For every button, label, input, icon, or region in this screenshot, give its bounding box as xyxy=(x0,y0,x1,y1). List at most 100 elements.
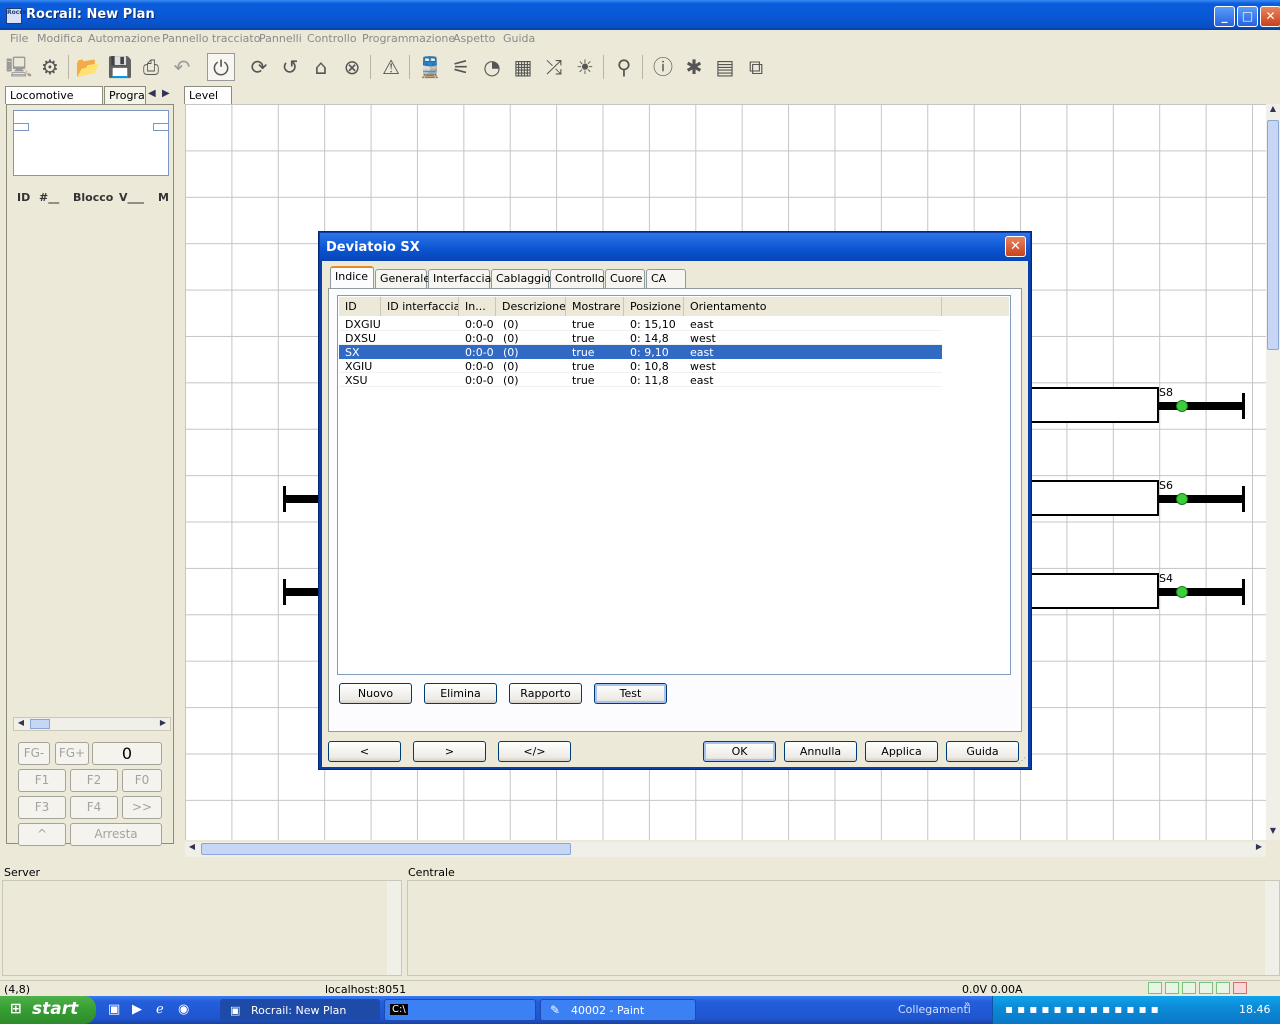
save-icon[interactable]: 💾 xyxy=(106,53,134,81)
tab-controllo[interactable]: Controllo xyxy=(550,269,605,288)
new-button[interactable]: Nuovo xyxy=(339,683,412,704)
tab-level-0[interactable]: Level 0 xyxy=(184,86,232,115)
scroll-down-icon[interactable]: ▼ xyxy=(1266,826,1280,840)
scroll-thumb[interactable] xyxy=(201,843,571,855)
start-button[interactable]: ⊞ start xyxy=(0,996,96,1024)
chrome-icon[interactable]: ◉ xyxy=(178,1002,189,1017)
prev-button[interactable]: < xyxy=(328,741,401,762)
maximize-button[interactable]: □ xyxy=(1237,6,1258,27)
turnout-icon[interactable]: ⚟ xyxy=(447,53,475,81)
home-icon[interactable]: ⌂ xyxy=(307,53,335,81)
col-id[interactable]: ID xyxy=(339,297,381,316)
col-id-interfaccia[interactable]: ID interfaccia xyxy=(381,297,459,316)
dialog-title-bar[interactable]: Deviatoio SX ✕ xyxy=(320,233,1030,261)
plan-vscrollbar[interactable]: ▲ ▼ xyxy=(1266,104,1280,840)
menu-programmazione[interactable]: Programmazione xyxy=(362,32,455,45)
menu-controllo[interactable]: Controllo xyxy=(307,32,357,45)
open-icon[interactable]: 📂 xyxy=(74,53,102,81)
col-descrizione[interactable]: Descrizione xyxy=(496,297,566,316)
scroll-thumb[interactable] xyxy=(1267,120,1279,350)
table-row[interactable]: XSU 0:0-0 (0) true 0: 11,8 east xyxy=(339,373,942,387)
task-paint[interactable]: 40002 - Paint xyxy=(540,999,696,1021)
tab-programmazione[interactable]: Prograr xyxy=(104,86,146,104)
task-rocrail[interactable]: Rocrail: New Plan xyxy=(220,999,380,1021)
xml-button[interactable]: </> xyxy=(498,741,571,762)
f1-button[interactable]: F1 xyxy=(18,769,66,792)
f2-button[interactable]: F2 xyxy=(70,769,118,792)
menu-file[interactable]: File xyxy=(10,32,28,45)
f4-button[interactable]: F4 xyxy=(70,796,118,819)
col-number[interactable]: #__ xyxy=(39,191,59,204)
stop-icon[interactable]: ⊗ xyxy=(338,53,366,81)
minimize-button[interactable]: _ xyxy=(1214,6,1235,27)
scroll-up-icon[interactable]: ▲ xyxy=(1266,104,1280,118)
block[interactable] xyxy=(1025,480,1159,516)
scroll-thumb[interactable] xyxy=(30,719,50,729)
tab-scroll-left-icon[interactable]: ◀ xyxy=(148,88,156,99)
info-icon[interactable]: ⓘ xyxy=(649,53,677,81)
light-icon[interactable]: ☀ xyxy=(571,53,599,81)
col-posizione[interactable]: Posizione xyxy=(624,297,684,316)
close-button[interactable]: ✕ xyxy=(1260,6,1280,27)
cancel-button[interactable]: Annulla xyxy=(784,741,857,762)
table-row-selected[interactable]: SX 0:0-0 (0) true 0: 9,10 east xyxy=(339,345,942,359)
turnout-table[interactable]: ID ID interfaccia In... Descrizione Most… xyxy=(337,295,1011,675)
f0-button[interactable]: F0 xyxy=(122,769,162,792)
show-desktop-icon[interactable]: ▣ xyxy=(108,1002,120,1017)
tab-generale[interactable]: Generale xyxy=(375,269,430,288)
col-orientamento[interactable]: Orientamento xyxy=(684,297,942,316)
settings-icon[interactable]: ⚙ xyxy=(36,53,64,81)
loco-hscrollbar[interactable]: ◀ ▶ xyxy=(13,717,171,731)
menu-guida[interactable]: Guida xyxy=(503,32,535,45)
server-vscrollbar[interactable] xyxy=(387,881,401,975)
tab-locomotive-attive[interactable]: Locomotive attive xyxy=(5,86,103,115)
dialog-close-icon[interactable]: ✕ xyxy=(1005,236,1026,257)
delete-button[interactable]: Elimina xyxy=(424,683,497,704)
doc-icon[interactable]: ▤ xyxy=(711,53,739,81)
loco-list[interactable] xyxy=(13,213,171,725)
signal-s8[interactable] xyxy=(1176,400,1188,412)
col-mostrare[interactable]: Mostrare xyxy=(566,297,624,316)
table-row[interactable]: DXSU 0:0-0 (0) true 0: 14,8 west xyxy=(339,331,942,345)
menu-aspetto[interactable]: Aspetto xyxy=(453,32,495,45)
centrale-vscrollbar[interactable] xyxy=(1265,881,1279,975)
tab-ca[interactable]: CA xyxy=(646,269,686,288)
col-indirizzo[interactable]: In... xyxy=(459,297,496,316)
track-segment[interactable] xyxy=(1159,588,1243,596)
tab-scroll-right-icon[interactable]: ▶ xyxy=(162,88,170,99)
next-button[interactable]: > xyxy=(413,741,486,762)
help-button[interactable]: Guida xyxy=(946,741,1019,762)
ok-button[interactable]: OK xyxy=(703,741,776,762)
tab-indice[interactable]: Indice xyxy=(330,266,374,288)
stop-loco-button[interactable]: Arresta xyxy=(70,823,162,846)
tab-cablaggio[interactable]: Cablaggio xyxy=(491,269,551,288)
bufferstop[interactable] xyxy=(1242,486,1245,512)
connect-icon[interactable]: 🖳 xyxy=(5,53,33,81)
shuffle-icon[interactable]: ⤮ xyxy=(540,53,568,81)
undo-icon[interactable]: ↶ xyxy=(168,53,196,81)
tab-interfaccia[interactable]: Interfaccia xyxy=(428,269,491,288)
warning-icon[interactable]: ⚠ xyxy=(377,53,405,81)
tray-icons[interactable]: ▪▪▪▪▪▪▪▪▪▪▪▪▪ xyxy=(1005,1002,1163,1016)
scroll-right-icon[interactable]: ▶ xyxy=(156,718,170,730)
power-icon[interactable]: ⏻ xyxy=(207,53,235,81)
tab-cuore[interactable]: Cuore xyxy=(605,269,645,288)
clock[interactable]: 18.46 xyxy=(1239,1003,1271,1016)
media-player-icon[interactable]: ▶ xyxy=(132,1002,142,1017)
bug-icon[interactable]: ✱ xyxy=(680,53,708,81)
scroll-left-icon[interactable]: ◀ xyxy=(14,718,28,730)
menu-modifica[interactable]: Modifica xyxy=(37,32,83,45)
col-v[interactable]: V___ xyxy=(119,191,144,204)
routes-icon[interactable]: ▦ xyxy=(509,53,537,81)
table-row[interactable]: XGIU 0:0-0 (0) true 0: 10,8 west xyxy=(339,359,942,373)
menu-pannello-tracciato[interactable]: Pannello tracciato xyxy=(162,32,260,45)
report-button[interactable]: Rapporto xyxy=(509,683,582,704)
col-id[interactable]: ID xyxy=(17,191,30,204)
fg-plus-button[interactable]: FG+ xyxy=(55,742,89,765)
block[interactable] xyxy=(1025,387,1159,423)
speed-icon[interactable]: ◔ xyxy=(478,53,506,81)
copy-icon[interactable]: ⧉ xyxy=(742,53,770,81)
apply-button[interactable]: Applica xyxy=(865,741,938,762)
server-log[interactable] xyxy=(2,880,402,976)
signal-s6[interactable] xyxy=(1176,493,1188,505)
